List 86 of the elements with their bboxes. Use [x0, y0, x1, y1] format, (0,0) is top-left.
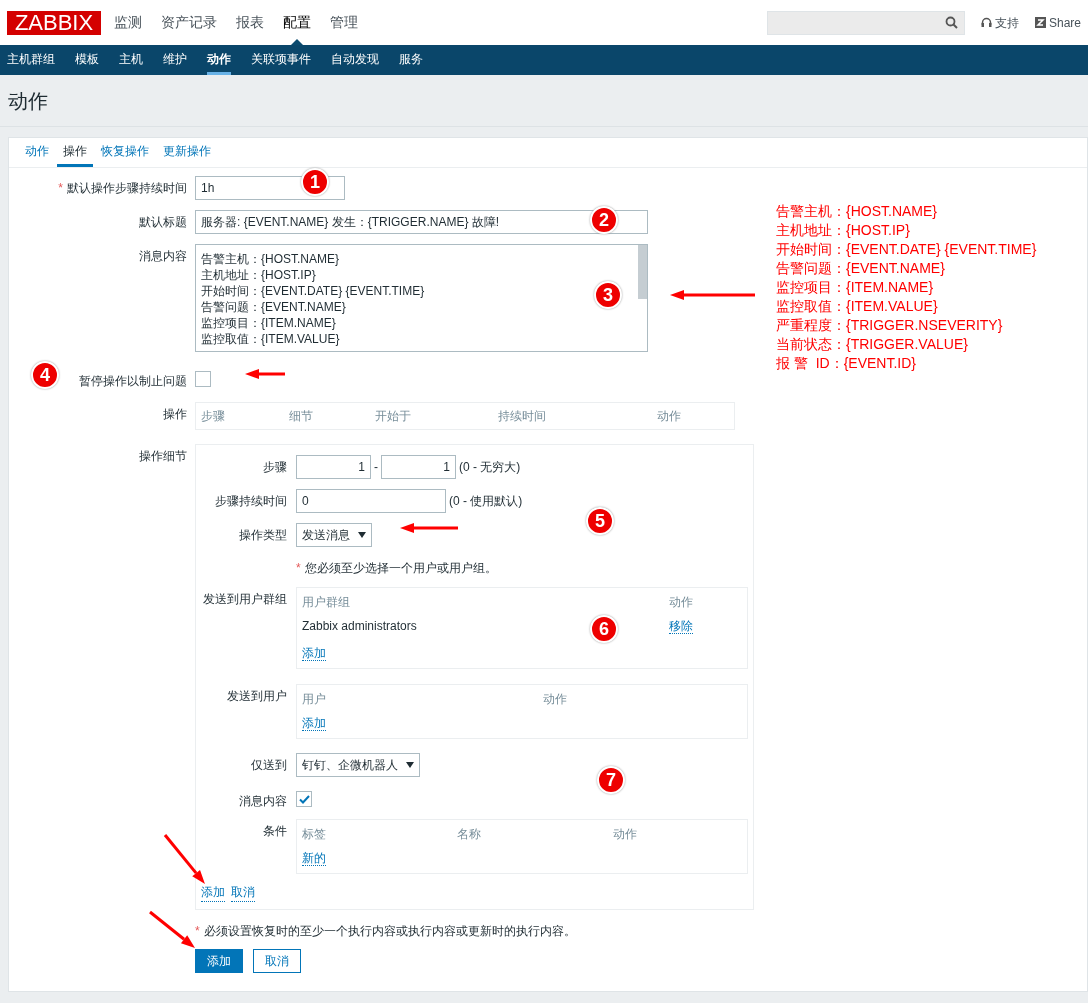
form-tab[interactable]: 恢复操作 [95, 138, 155, 167]
subnav-tab[interactable]: 动作 [207, 45, 231, 75]
hint-text: (0 - 无穷大) [459, 459, 521, 476]
z-logo-icon [1034, 17, 1046, 28]
column-header: 步骤 [201, 408, 226, 425]
column-header: 持续时间 [498, 408, 547, 425]
column-header: 动作 [657, 408, 682, 425]
search-field[interactable] [766, 10, 965, 35]
field-label: 发送到用户群组 [203, 591, 287, 608]
field-label: 步骤 [263, 459, 287, 476]
table-cell-text: Zabbix administrators [302, 618, 417, 635]
cancel-button[interactable]: 取消 [253, 949, 301, 973]
column-header: 用户群组 [302, 594, 351, 611]
column-header: 细节 [289, 408, 314, 425]
add-button[interactable]: 添加 [195, 949, 243, 973]
page-title: 动作 [8, 88, 48, 114]
field-label: 条件 [263, 823, 287, 840]
field-label: 步骤持续时间 [215, 493, 287, 510]
field-label: 默认操作步骤持续时间 [67, 180, 187, 197]
field-label: 默认标题 [139, 214, 187, 231]
field-label: 消息内容 [139, 248, 187, 265]
annotation-text: 报 警 ID：{EVENT.ID} [776, 354, 918, 373]
menu-tab[interactable]: 资产记录 [161, 0, 217, 45]
menu-tab[interactable]: 管理 [330, 0, 358, 45]
hint-text: 必须设置恢复时的至少一个执行内容或执行内容或更新时的执行内容。 [203, 923, 576, 940]
column-header: 动作 [543, 691, 568, 708]
caret-icon [358, 532, 366, 538]
field-label: 仅送到 [251, 757, 287, 774]
column-header: 动作 [613, 826, 638, 843]
hint-text: 您必须至少选择一个用户或用户组。 [304, 560, 497, 577]
select-dropdown[interactable]: 发送消息 [296, 523, 372, 547]
annotation-text: 当前状态：{TRIGGER.VALUE} [776, 335, 969, 354]
column-header: 开始于 [375, 408, 412, 425]
subnav-tab[interactable]: 自动发现 [331, 45, 379, 75]
field-label: 操作细节 [139, 448, 187, 465]
range-separator: - [374, 459, 378, 476]
remove-link[interactable]: 移除 [669, 619, 693, 634]
subnav-tab[interactable]: 关联项事件 [251, 45, 311, 75]
check-icon [298, 794, 310, 804]
checkbox[interactable] [195, 371, 211, 387]
caret-icon [406, 762, 414, 768]
field-label: 操作类型 [239, 527, 287, 544]
select-dropdown[interactable]: 钉钉、企微机器人 [296, 753, 420, 777]
annotation-text: 监控项目：{ITEM.NAME} [776, 278, 935, 297]
annotation-text: 开始时间：{EVENT.DATE} {EVENT.TIME} [776, 240, 1037, 259]
subnav-tab[interactable]: 模板 [75, 45, 99, 75]
action-link[interactable]: 取消 [231, 883, 255, 902]
column-header: 名称 [457, 826, 482, 843]
add-link[interactable]: 添加 [302, 646, 326, 661]
subnav-tab[interactable]: 服务 [399, 45, 423, 75]
step-from-input[interactable]: 1 [296, 455, 371, 479]
headset-icon [980, 17, 992, 28]
annotation-text: 告警问题：{EVENT.NAME} [776, 259, 946, 278]
hint-text: (0 - 使用默认) [449, 493, 523, 510]
menu-tab[interactable]: 监测 [114, 0, 142, 45]
annotation-text: 严重程度：{TRIGGER.NSEVERITY} [776, 316, 1004, 335]
add-link[interactable]: 添加 [302, 716, 326, 731]
field-label: 发送到用户 [227, 688, 287, 705]
search-icon [944, 16, 958, 29]
subnav-tab[interactable]: 主机群组 [7, 45, 55, 75]
required-mark: * [296, 560, 301, 577]
annotation-text: 监控取值：{ITEM.VALUE} [776, 297, 939, 316]
column-header: 标签 [302, 826, 327, 843]
required-mark: * [195, 923, 200, 940]
step-to-input[interactable]: 1 [381, 455, 456, 479]
support-link[interactable]: 支持 [980, 13, 1019, 32]
column-header: 用户 [302, 691, 327, 708]
field-label: 消息内容 [239, 793, 287, 810]
form-tab[interactable]: 操作 [57, 138, 93, 167]
annotation-text: 告警主机：{HOST.NAME} [776, 202, 939, 221]
scrollbar[interactable] [638, 245, 647, 299]
field-label: 操作 [163, 406, 187, 423]
step-duration-input[interactable]: 0 [296, 489, 446, 513]
form-tab[interactable]: 动作 [19, 138, 55, 167]
subnav-tab[interactable]: 维护 [163, 45, 187, 75]
column-header: 动作 [669, 594, 694, 611]
annotation-text: 主机地址：{HOST.IP} [776, 221, 911, 240]
new-link[interactable]: 新的 [302, 851, 326, 866]
required-mark: * [58, 180, 63, 197]
menu-tab[interactable]: 报表 [236, 0, 264, 45]
share-link[interactable]: Share [1034, 13, 1081, 32]
subnav-tab[interactable]: 主机 [119, 45, 143, 75]
logo[interactable]: ZABBIX [7, 10, 101, 35]
form-tab[interactable]: 更新操作 [157, 138, 217, 167]
field-label: 暂停操作以制止问题 [79, 373, 187, 390]
checkbox[interactable] [296, 791, 312, 807]
